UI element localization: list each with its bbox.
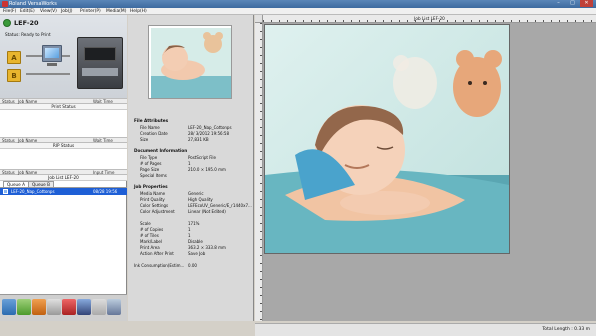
- left-pane: LEF-20 Status: Ready to Print A B Status…: [0, 15, 127, 294]
- title-bar: Roland VersaWorks – □ ✕: [0, 0, 596, 8]
- job-time-cell: 08/28 19:56: [93, 189, 118, 194]
- menu-edit[interactable]: Edit(E): [20, 8, 35, 15]
- printer-area: LEF-20 Status: Ready to Print A B: [0, 15, 127, 98]
- kv-key: # of Copies: [140, 227, 164, 232]
- kv-value: High Quality: [188, 197, 213, 202]
- maximize-button[interactable]: □: [566, 0, 579, 7]
- rip-print-icon[interactable]: [17, 299, 31, 315]
- computer-stand: [47, 63, 57, 66]
- ruler-corner: [255, 15, 263, 23]
- document-information-title: Document Information: [134, 148, 188, 153]
- printer-status: Status: Ready to Print: [5, 32, 51, 37]
- kv-key: Ink Consumption(Estim...: [134, 263, 185, 268]
- menu-bar: File(F) Edit(E) View(V) Job(J) Printer(P…: [0, 8, 596, 15]
- status-bar: Total Length : 0.33 m: [255, 323, 596, 336]
- menu-printer[interactable]: Printer(P): [80, 8, 101, 15]
- kv-key: Page Size: [140, 167, 160, 172]
- minimize-button[interactable]: –: [552, 0, 565, 7]
- bottom-toolbar: [0, 294, 127, 321]
- job-thumbnail: [148, 25, 232, 99]
- kv-key: Size: [140, 137, 149, 142]
- kv-value: 27,831 KB: [188, 137, 209, 142]
- kv-value: Generic: [188, 191, 204, 196]
- horizontal-ruler: Job List LEF-20: [263, 15, 596, 23]
- kv-key: File Type: [140, 155, 158, 160]
- folder-a-icon[interactable]: A: [7, 51, 21, 64]
- folder-b-icon[interactable]: B: [7, 69, 21, 82]
- kv-value: Linear (Not Edited): [188, 209, 226, 214]
- kv-value: Save Job: [188, 251, 206, 256]
- kv-value: Disable: [188, 239, 203, 244]
- settings-icon[interactable]: [32, 299, 46, 315]
- library-icon[interactable]: [107, 299, 121, 315]
- kv-value: 1: [188, 161, 191, 166]
- sleeping-baby-photo: [265, 25, 509, 253]
- printer-icon[interactable]: [77, 37, 123, 89]
- printer-name[interactable]: LEF-20: [14, 19, 39, 27]
- kv-key: Creation Date: [140, 131, 168, 136]
- kv-key: Print Area: [140, 245, 160, 250]
- network-line: [26, 73, 70, 75]
- kv-key: Action After Print: [140, 251, 174, 256]
- queue-tabs: Queue A Queue B: [0, 181, 127, 188]
- job-name-cell: LEF-20_Nap_Cottonps: [11, 189, 55, 194]
- kv-key: File Name: [140, 125, 160, 130]
- kv-key: Scale: [140, 221, 151, 226]
- menu-media[interactable]: Media(M): [106, 8, 126, 15]
- kv-value: 28/ 3/2012 19:56:58: [188, 131, 230, 136]
- job-layout-frame[interactable]: [264, 24, 510, 254]
- duplicate-icon[interactable]: [92, 299, 106, 315]
- move-icon[interactable]: [77, 299, 91, 315]
- stop-icon[interactable]: [62, 299, 76, 315]
- total-length: Total Length : 0.33 m: [542, 327, 590, 332]
- job-properties-title: Job Properties: [134, 184, 168, 189]
- kv-value: 1: [188, 233, 191, 238]
- kv-key: # of Pages: [140, 161, 162, 166]
- kv-value: LEFEcoUV_Generic/E_r1440x7...: [188, 203, 252, 208]
- file-attributes-title: File Attributes: [134, 118, 169, 123]
- sleeping-baby-thumbnail: [151, 28, 231, 98]
- preview-pane: Job List LEF-20 Total Length: 0.33 m: [255, 15, 596, 336]
- kv-key: Color Adjustment: [140, 209, 175, 214]
- document-icon: [3, 189, 8, 194]
- kv-value: 363.2 × 333.8 mm: [188, 245, 226, 250]
- menu-view[interactable]: View(V): [40, 8, 57, 15]
- menu-help[interactable]: Help(H): [130, 8, 147, 15]
- printer-ready-icon: [3, 19, 11, 27]
- kv-value: 0.00: [188, 263, 197, 268]
- job-properties-pane: File Attributes File Name LEF-20_Nap_Cot…: [128, 15, 254, 321]
- kv-key: Mark/Label: [140, 239, 163, 244]
- close-button[interactable]: ✕: [580, 0, 593, 7]
- kv-key: Special Items: [140, 173, 167, 178]
- print-list-area[interactable]: [0, 110, 127, 137]
- kv-value: 210.0 × 195.0 mm: [188, 167, 226, 172]
- kv-key: Color Settings: [140, 203, 169, 208]
- delete-icon[interactable]: [47, 299, 61, 315]
- kv-value: LEF-20_Nap_Cottonps: [188, 125, 232, 130]
- menu-file[interactable]: File(F): [3, 8, 16, 15]
- kv-value: PostScript File: [188, 155, 216, 160]
- kv-key: Media Name: [140, 191, 166, 196]
- vertical-ruler: [255, 23, 263, 321]
- window-title: Roland VersaWorks: [9, 1, 57, 7]
- add-job-icon[interactable]: [2, 299, 16, 315]
- computer-icon: [42, 45, 62, 62]
- kv-key: Print Quality: [140, 197, 165, 202]
- versaworks-logo-icon: [2, 1, 8, 7]
- kv-key: # of Tiles: [140, 233, 159, 238]
- kv-value: 1: [188, 227, 191, 232]
- rip-list-area[interactable]: [0, 149, 127, 169]
- table-row[interactable]: LEF-20_Nap_Cottonps 08/28 19:56: [0, 188, 127, 195]
- menu-job[interactable]: Job(J): [61, 8, 73, 15]
- tab-queue-b[interactable]: Queue B: [28, 181, 54, 187]
- kv-value: 171%: [188, 221, 200, 226]
- tab-queue-a[interactable]: Queue A: [3, 181, 29, 187]
